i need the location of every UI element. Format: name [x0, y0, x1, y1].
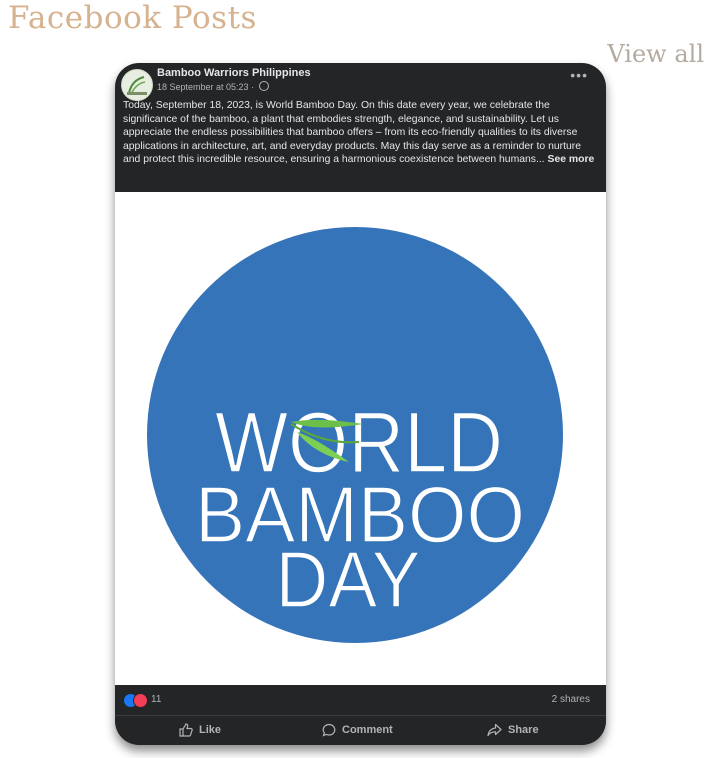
graphic-line-day: DAY — [276, 535, 421, 624]
comment-bubble-icon — [322, 723, 336, 737]
post-header: Bamboo Warriors Philippines 18 September… — [115, 63, 606, 101]
reaction-count: 11 — [151, 694, 162, 705]
see-more-link[interactable]: See more — [548, 154, 595, 165]
post-meta: 18 September at 05:23 · — [157, 81, 269, 92]
like-button[interactable]: Like — [179, 720, 221, 740]
like-label: Like — [199, 724, 222, 736]
globe-icon — [258, 81, 269, 91]
share-count[interactable]: 2 shares — [552, 694, 590, 705]
post-image[interactable]: WORLD BAMBOO DAY — [115, 192, 606, 685]
facebook-post-card: Bamboo Warriors Philippines 18 September… — [115, 63, 606, 745]
page-name[interactable]: Bamboo Warriors Philippines — [157, 67, 311, 79]
section-title: Facebook Posts — [8, 0, 257, 36]
post-timestamp[interactable]: 18 September at 05:23 — [157, 82, 249, 92]
share-button[interactable]: Share — [487, 720, 539, 740]
world-bamboo-day-graphic: WORLD BAMBOO DAY — [147, 227, 563, 643]
action-bar: Like Comment Share — [115, 716, 606, 745]
bamboo-logo-icon — [127, 76, 147, 95]
share-arrow-icon — [487, 723, 502, 737]
view-all-link[interactable]: View all — [607, 40, 704, 68]
more-options-icon[interactable]: ••• — [570, 67, 588, 83]
page-avatar[interactable] — [121, 69, 153, 101]
meta-separator: · — [248, 82, 257, 92]
comment-button[interactable]: Comment — [322, 720, 393, 740]
post-body: Today, September 18, 2023, is World Bamb… — [123, 100, 581, 166]
share-label: Share — [508, 724, 539, 736]
post-stats: 11 2 shares — [115, 685, 606, 716]
love-reaction-icon — [133, 693, 148, 708]
post-text: Today, September 18, 2023, is World Bamb… — [123, 99, 601, 167]
thumbs-up-icon — [179, 723, 193, 737]
comment-label: Comment — [342, 724, 393, 736]
